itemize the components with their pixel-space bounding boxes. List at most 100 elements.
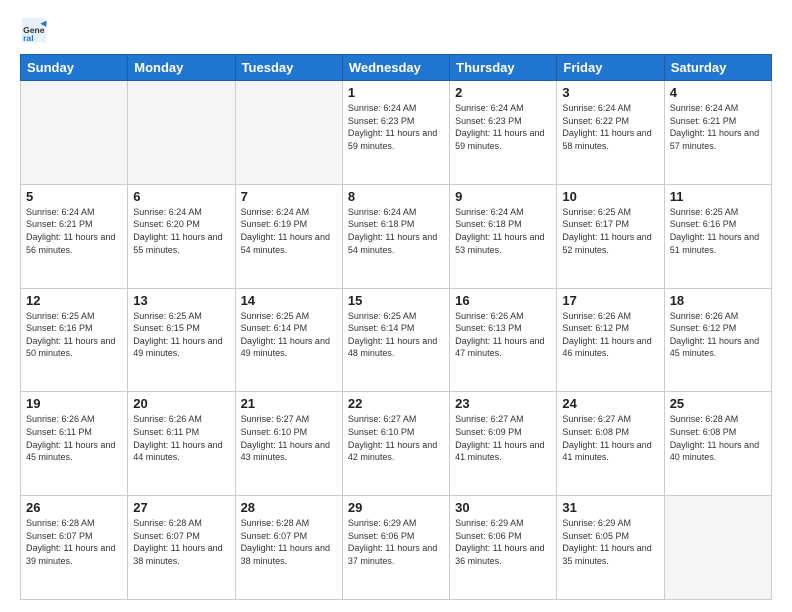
calendar-cell	[21, 81, 128, 185]
calendar-cell: 10 Sunrise: 6:25 AMSunset: 6:17 PMDayligh…	[557, 184, 664, 288]
calendar-cell: 8 Sunrise: 6:24 AMSunset: 6:18 PMDaylight…	[342, 184, 449, 288]
day-number: 23	[455, 396, 551, 411]
day-info: Sunrise: 6:25 AMSunset: 6:16 PMDaylight:…	[26, 310, 122, 360]
calendar-cell: 24 Sunrise: 6:27 AMSunset: 6:08 PMDayligh…	[557, 392, 664, 496]
day-info: Sunrise: 6:29 AMSunset: 6:05 PMDaylight:…	[562, 517, 658, 567]
calendar-cell: 18Sunrise: 6:26 AMSunset: 6:12 PMDayligh…	[664, 288, 771, 392]
calendar-week-row: 5 Sunrise: 6:24 AMSunset: 6:21 PMDaylight…	[21, 184, 772, 288]
day-info: Sunrise: 6:27 AMSunset: 6:09 PMDaylight:…	[455, 413, 551, 463]
day-number: 1	[348, 85, 444, 100]
calendar-cell: 12 Sunrise: 6:25 AMSunset: 6:16 PMDayligh…	[21, 288, 128, 392]
day-info: Sunrise: 6:27 AMSunset: 6:10 PMDaylight:…	[348, 413, 444, 463]
calendar-cell	[235, 81, 342, 185]
day-of-week-wednesday: Wednesday	[342, 55, 449, 81]
day-info: Sunrise: 6:26 AMSunset: 6:12 PMDaylight:…	[562, 310, 658, 360]
calendar-cell	[128, 81, 235, 185]
calendar-cell: 19Sunrise: 6:26 AMSunset: 6:11 PMDayligh…	[21, 392, 128, 496]
calendar-cell	[664, 496, 771, 600]
day-number: 26	[26, 500, 122, 515]
calendar-cell: 27 Sunrise: 6:28 AMSunset: 6:07 PMDayligh…	[128, 496, 235, 600]
day-info: Sunrise: 6:26 AMSunset: 6:13 PMDaylight:…	[455, 310, 551, 360]
day-number: 17	[562, 293, 658, 308]
calendar-cell: 20 Sunrise: 6:26 AMSunset: 6:11 PMDayligh…	[128, 392, 235, 496]
day-number: 3	[562, 85, 658, 100]
calendar-week-row: 26 Sunrise: 6:28 AMSunset: 6:07 PMDayligh…	[21, 496, 772, 600]
calendar-cell: 4 Sunrise: 6:24 AMSunset: 6:21 PMDaylight…	[664, 81, 771, 185]
calendar-cell: 11Sunrise: 6:25 AMSunset: 6:16 PMDayligh…	[664, 184, 771, 288]
day-info: Sunrise: 6:24 AMSunset: 6:21 PMDaylight:…	[670, 102, 766, 152]
calendar-cell: 5 Sunrise: 6:24 AMSunset: 6:21 PMDaylight…	[21, 184, 128, 288]
day-info: Sunrise: 6:26 AMSunset: 6:11 PMDaylight:…	[133, 413, 229, 463]
calendar-cell: 28Sunrise: 6:28 AMSunset: 6:07 PMDayligh…	[235, 496, 342, 600]
calendar-cell: 26 Sunrise: 6:28 AMSunset: 6:07 PMDayligh…	[21, 496, 128, 600]
calendar-cell: 14Sunrise: 6:25 AMSunset: 6:14 PMDayligh…	[235, 288, 342, 392]
day-number: 12	[26, 293, 122, 308]
day-number: 5	[26, 189, 122, 204]
day-info: Sunrise: 6:27 AMSunset: 6:08 PMDaylight:…	[562, 413, 658, 463]
day-info: Sunrise: 6:24 AMSunset: 6:23 PMDaylight:…	[455, 102, 551, 152]
day-info: Sunrise: 6:26 AMSunset: 6:12 PMDaylight:…	[670, 310, 766, 360]
day-info: Sunrise: 6:28 AMSunset: 6:07 PMDaylight:…	[241, 517, 337, 567]
calendar-cell: 6Sunrise: 6:24 AMSunset: 6:20 PMDaylight…	[128, 184, 235, 288]
day-number: 8	[348, 189, 444, 204]
day-info: Sunrise: 6:24 AMSunset: 6:18 PMDaylight:…	[455, 206, 551, 256]
day-of-week-friday: Friday	[557, 55, 664, 81]
day-info: Sunrise: 6:24 AMSunset: 6:23 PMDaylight:…	[348, 102, 444, 152]
calendar-cell: 17 Sunrise: 6:26 AMSunset: 6:12 PMDayligh…	[557, 288, 664, 392]
calendar-cell: 30Sunrise: 6:29 AMSunset: 6:06 PMDayligh…	[450, 496, 557, 600]
day-info: Sunrise: 6:24 AMSunset: 6:18 PMDaylight:…	[348, 206, 444, 256]
day-info: Sunrise: 6:28 AMSunset: 6:07 PMDaylight:…	[133, 517, 229, 567]
day-of-week-thursday: Thursday	[450, 55, 557, 81]
day-info: Sunrise: 6:25 AMSunset: 6:16 PMDaylight:…	[670, 206, 766, 256]
day-number: 24	[562, 396, 658, 411]
day-number: 27	[133, 500, 229, 515]
day-info: Sunrise: 6:25 AMSunset: 6:17 PMDaylight:…	[562, 206, 658, 256]
calendar-week-row: 12 Sunrise: 6:25 AMSunset: 6:16 PMDayligh…	[21, 288, 772, 392]
day-number: 25	[670, 396, 766, 411]
logo: Gene ral	[20, 16, 52, 44]
day-info: Sunrise: 6:28 AMSunset: 6:08 PMDaylight:…	[670, 413, 766, 463]
day-number: 20	[133, 396, 229, 411]
day-info: Sunrise: 6:29 AMSunset: 6:06 PMDaylight:…	[455, 517, 551, 567]
day-of-week-monday: Monday	[128, 55, 235, 81]
day-number: 7	[241, 189, 337, 204]
calendar-cell: 16 Sunrise: 6:26 AMSunset: 6:13 PMDayligh…	[450, 288, 557, 392]
day-info: Sunrise: 6:28 AMSunset: 6:07 PMDaylight:…	[26, 517, 122, 567]
calendar-week-row: 19 Sunrise: 6:26 AMSunset: 6:11 PMDayligh…	[21, 392, 772, 496]
header: Gene ral	[20, 16, 772, 44]
day-number: 29	[348, 500, 444, 515]
calendar-cell: 21Sunrise: 6:27 AMSunset: 6:10 PMDayligh…	[235, 392, 342, 496]
calendar-table: SundayMondayTuesdayWednesdayThursdayFrid…	[20, 54, 772, 600]
svg-text:ral: ral	[23, 33, 33, 43]
day-number: 22	[348, 396, 444, 411]
day-number: 9	[455, 189, 551, 204]
calendar-cell: 22 Sunrise: 6:27 AMSunset: 6:10 PMDayligh…	[342, 392, 449, 496]
calendar-cell: 1 Sunrise: 6:24 AMSunset: 6:23 PMDaylight…	[342, 81, 449, 185]
day-number: 6	[133, 189, 229, 204]
day-info: Sunrise: 6:25 AMSunset: 6:15 PMDaylight:…	[133, 310, 229, 360]
calendar-cell: 31 Sunrise: 6:29 AMSunset: 6:05 PMDayligh…	[557, 496, 664, 600]
day-number: 21	[241, 396, 337, 411]
day-info: Sunrise: 6:25 AMSunset: 6:14 PMDaylight:…	[241, 310, 337, 360]
calendar-cell: 29 Sunrise: 6:29 AMSunset: 6:06 PMDayligh…	[342, 496, 449, 600]
calendar-header-row: SundayMondayTuesdayWednesdayThursdayFrid…	[21, 55, 772, 81]
calendar-week-row: 1 Sunrise: 6:24 AMSunset: 6:23 PMDaylight…	[21, 81, 772, 185]
day-of-week-sunday: Sunday	[21, 55, 128, 81]
calendar-cell: 13Sunrise: 6:25 AMSunset: 6:15 PMDayligh…	[128, 288, 235, 392]
calendar-cell: 7 Sunrise: 6:24 AMSunset: 6:19 PMDaylight…	[235, 184, 342, 288]
day-of-week-saturday: Saturday	[664, 55, 771, 81]
day-info: Sunrise: 6:29 AMSunset: 6:06 PMDaylight:…	[348, 517, 444, 567]
day-number: 4	[670, 85, 766, 100]
calendar-cell: 23 Sunrise: 6:27 AMSunset: 6:09 PMDayligh…	[450, 392, 557, 496]
day-number: 19	[26, 396, 122, 411]
day-number: 31	[562, 500, 658, 515]
logo-icon: Gene ral	[20, 16, 48, 44]
page: Gene ral SundayMondayTuesdayWednesdayThu…	[0, 0, 792, 612]
day-info: Sunrise: 6:24 AMSunset: 6:22 PMDaylight:…	[562, 102, 658, 152]
day-number: 16	[455, 293, 551, 308]
calendar-cell: 3 Sunrise: 6:24 AMSunset: 6:22 PMDaylight…	[557, 81, 664, 185]
day-info: Sunrise: 6:24 AMSunset: 6:19 PMDaylight:…	[241, 206, 337, 256]
day-info: Sunrise: 6:24 AMSunset: 6:21 PMDaylight:…	[26, 206, 122, 256]
day-number: 10	[562, 189, 658, 204]
calendar-cell: 25 Sunrise: 6:28 AMSunset: 6:08 PMDayligh…	[664, 392, 771, 496]
